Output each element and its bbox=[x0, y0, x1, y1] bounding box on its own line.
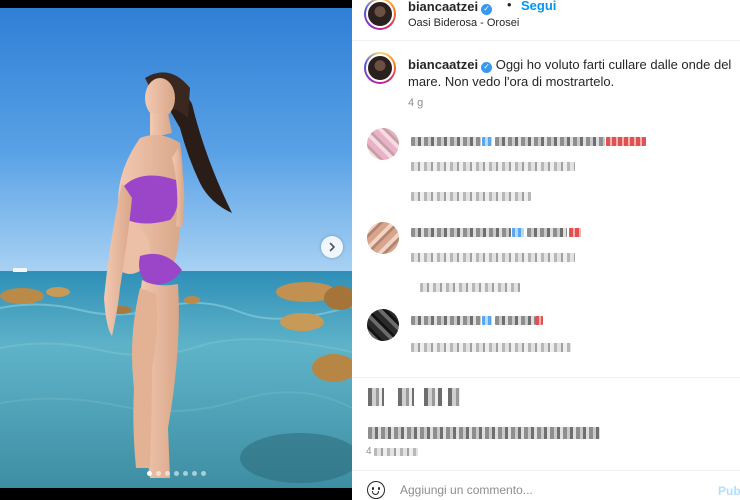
comment-text-redacted bbox=[411, 253, 575, 262]
emoji-redacted bbox=[535, 316, 543, 325]
footer-divider bbox=[352, 470, 740, 471]
comment-author-redacted bbox=[411, 137, 481, 146]
author-username[interactable]: biancaatzei bbox=[408, 0, 478, 14]
carousel-dot bbox=[191, 471, 197, 476]
comments-divider bbox=[352, 377, 740, 378]
post-header: biancaatzei ✓ • Segui Oasi Biderosa - Oro… bbox=[352, 0, 740, 44]
carousel-dot bbox=[173, 471, 179, 476]
location-link[interactable]: Oasi Biderosa - Orosei bbox=[408, 17, 519, 29]
verified-badge-icon bbox=[482, 316, 492, 325]
carousel-dot bbox=[155, 471, 161, 476]
comment-text-redacted bbox=[495, 137, 605, 146]
carousel-dot bbox=[164, 471, 170, 476]
comment-meta-redacted bbox=[411, 192, 531, 201]
carousel-dot bbox=[200, 471, 206, 476]
comment-author-redacted bbox=[411, 316, 481, 325]
share-icon[interactable] bbox=[424, 388, 442, 406]
comment-icon[interactable] bbox=[398, 388, 414, 406]
save-icon[interactable] bbox=[448, 388, 460, 406]
comment-avatar[interactable] bbox=[367, 222, 399, 254]
likes-summary-redacted[interactable] bbox=[368, 427, 600, 439]
comment-meta-redacted bbox=[420, 283, 520, 292]
comment-text-redacted bbox=[495, 316, 535, 325]
caption-avatar[interactable] bbox=[364, 52, 396, 84]
follow-button[interactable]: Segui bbox=[521, 0, 556, 13]
comment-text-redacted bbox=[411, 162, 575, 171]
header-separator: • bbox=[507, 0, 512, 12]
carousel-indicator bbox=[0, 471, 352, 476]
verified-badge-icon: ✓ bbox=[481, 61, 493, 73]
comment-avatar[interactable] bbox=[367, 128, 399, 160]
post-caption: biancaatzei ✓ Oggi ho voluto farti cullar… bbox=[408, 56, 738, 90]
emoji-icon[interactable] bbox=[367, 481, 385, 499]
emoji-redacted bbox=[606, 137, 646, 146]
comment-input[interactable] bbox=[400, 481, 700, 499]
carousel-dot bbox=[146, 471, 152, 476]
author-name[interactable]: biancaatzei ✓ bbox=[408, 0, 493, 16]
emoji-redacted bbox=[569, 228, 581, 237]
verified-badge-icon bbox=[482, 137, 492, 146]
publish-button[interactable]: Pub bbox=[718, 484, 740, 498]
post-time: 4 bbox=[366, 446, 372, 457]
comment-text-redacted bbox=[527, 228, 567, 237]
carousel-dot bbox=[182, 471, 188, 476]
caption-timestamp: 4 g bbox=[408, 97, 424, 109]
like-icon[interactable] bbox=[368, 388, 384, 406]
next-slide-button[interactable] bbox=[321, 236, 343, 258]
comment-avatar[interactable] bbox=[367, 309, 399, 341]
verified-badge-icon: ✓ bbox=[481, 3, 493, 15]
chevron-right-icon bbox=[329, 242, 335, 252]
post-time-redacted bbox=[374, 448, 418, 456]
photo-image bbox=[0, 8, 352, 488]
add-comment-row: Pub bbox=[352, 478, 740, 500]
avatar[interactable] bbox=[364, 0, 396, 30]
comment-author-redacted bbox=[411, 228, 511, 237]
verified-badge-icon bbox=[512, 228, 524, 237]
comment-text-redacted bbox=[411, 343, 571, 352]
post-panel: biancaatzei ✓ • Segui Oasi Biderosa - Oro… bbox=[352, 0, 740, 500]
post-photo[interactable] bbox=[0, 0, 352, 500]
header-divider bbox=[352, 40, 740, 41]
caption-username[interactable]: biancaatzei bbox=[408, 57, 478, 72]
